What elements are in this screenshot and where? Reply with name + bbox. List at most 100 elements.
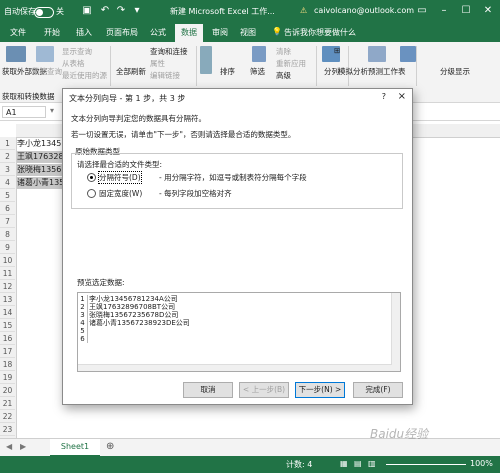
row-header[interactable]: 6 [0,202,15,215]
row-header[interactable]: 3 [0,163,15,176]
document-title: 新建 Microsoft Excel 工作... [170,7,275,16]
get-data-icon [6,46,26,62]
forecast-sheet-button[interactable]: 预测工作表 [368,66,406,77]
tab-file[interactable]: 文件 [10,27,26,38]
delimited-radio[interactable] [87,173,96,182]
row-header[interactable]: 21 [0,397,15,410]
row-header[interactable]: 16 [0,332,15,345]
data-preview[interactable]: 1 李小龙13456781234A公司 2 王飒17632896708BT公司 … [77,292,401,372]
page-layout-view-icon[interactable]: ▤ [354,459,362,468]
new-query-icon [36,46,54,62]
preview-line-number: 3 [78,311,88,319]
undo-icon[interactable]: ↶ [98,4,112,18]
row-header[interactable]: 11 [0,267,15,280]
row-header[interactable]: 18 [0,358,15,371]
fixed-width-label[interactable]: 固定宽度(W) [99,188,142,199]
previous-button[interactable]: < 上一步(B) [239,382,289,398]
row-header[interactable]: 8 [0,228,15,241]
status-bar: 计数: 4 ▦ ▤ ▥ 100% [0,456,500,473]
preview-vertical-scrollbar[interactable] [391,293,400,371]
redo-icon[interactable]: ↷ [114,4,128,18]
next-button[interactable]: 下一步(N) > [295,382,345,398]
row-header[interactable]: 20 [0,384,15,397]
qat-customize-icon[interactable]: ▾ [130,4,144,18]
ribbon-options-icon[interactable]: ▭ [414,2,430,20]
refresh-all-button[interactable]: 全部刷新 [116,66,146,77]
row-header[interactable]: 12 [0,280,15,293]
normal-view-icon[interactable]: ▦ [340,459,348,468]
autosave-label: 自动保存 [4,7,36,16]
clear-button[interactable]: 清除 [276,46,291,57]
name-box[interactable]: A1 [2,106,46,118]
prev-sheet-icon[interactable]: ◀ [6,442,12,451]
minimize-icon[interactable]: – [436,2,452,20]
dialog-help-button[interactable]: ? [382,92,386,101]
from-table-button[interactable]: 从表格 [62,58,85,69]
row-header[interactable]: 23 [0,423,15,436]
filter-button[interactable]: 筛选 [250,66,265,77]
row-header[interactable]: 9 [0,241,15,254]
zoom-slider[interactable] [386,464,466,465]
tell-me-search[interactable]: 告诉我你想要做什么 [284,27,356,38]
dialog-hint: 若一切设置无误，请单击"下一步"，否则请选择最合适的数据类型。 [71,130,296,139]
delimited-label[interactable]: 分隔符号(D) [98,171,142,184]
tab-data[interactable]: 数据 [175,24,203,42]
tab-page-layout[interactable]: 页面布局 [106,27,138,38]
tab-formulas[interactable]: 公式 [150,27,166,38]
tab-review[interactable]: 审阅 [212,27,228,38]
advanced-button[interactable]: 高级 [276,70,291,81]
preview-line-number: 6 [78,335,88,343]
row-header[interactable]: 15 [0,319,15,332]
preview-line: 张晓梅13567235678D公司 [89,311,179,319]
row-header[interactable]: 17 [0,345,15,358]
row-header[interactable]: 10 [0,254,15,267]
cancel-button[interactable]: 取消 [183,382,233,398]
sheet-tab-sheet1[interactable]: Sheet1 [50,439,100,457]
row-header[interactable]: 13 [0,293,15,306]
add-sheet-icon[interactable]: ⊕ [106,441,114,452]
dialog-close-button[interactable]: × [398,91,406,102]
row-header[interactable]: 7 [0,215,15,228]
sort-button[interactable]: 排序 [220,66,235,77]
row-header[interactable]: 22 [0,410,15,423]
outline-button[interactable]: 分级显示 [440,66,470,77]
properties-button[interactable]: 属性 [150,58,165,69]
close-icon[interactable]: ✕ [480,2,496,20]
reapply-button[interactable]: 重新应用 [276,58,306,69]
tab-view[interactable]: 视图 [240,27,256,38]
preview-line-number: 2 [78,303,88,311]
fixed-width-radio[interactable] [87,189,96,198]
row-header[interactable]: 1 [0,137,15,150]
row-header[interactable]: 14 [0,306,15,319]
tab-insert[interactable]: 插入 [76,27,92,38]
page-break-view-icon[interactable]: ▥ [368,459,376,468]
whatif-button[interactable]: 模拟分析 [338,66,368,77]
row-header[interactable]: 4 [0,176,15,189]
data-tools-icon[interactable]: ⊞ [334,46,340,55]
save-icon[interactable]: ▣ [80,4,94,18]
filter-icon [252,46,266,62]
show-queries-button[interactable]: 显示查询 [62,46,92,57]
lightbulb-icon: 💡 [272,27,282,36]
zoom-level[interactable]: 100% [470,459,493,468]
preview-label: 预览选定数据: [77,278,125,287]
recent-sources-button[interactable]: 最近使用的源 [62,70,107,81]
next-sheet-icon[interactable]: ▶ [20,442,26,451]
maximize-icon[interactable]: ☐ [458,2,474,20]
preview-horizontal-scrollbar[interactable] [78,364,392,371]
connections-button[interactable]: 查询和连接 [150,46,188,57]
row-header[interactable]: 19 [0,371,15,384]
edit-links-button[interactable]: 编辑链接 [150,70,180,81]
preview-line-number: 1 [78,295,88,303]
account-email[interactable]: caivolcano@outlook.com [314,6,414,15]
watermark: Baidu经验 [370,427,429,441]
autosave-toggle[interactable] [34,7,54,18]
tab-home[interactable]: 开始 [44,27,60,38]
namebox-dropdown-icon[interactable]: ▾ [50,106,54,115]
row-header[interactable]: 5 [0,189,15,202]
finish-button[interactable]: 完成(F) [353,382,403,398]
preview-line: 李小龙13456781234A公司 [89,295,178,303]
text-to-columns-button[interactable]: 分列 [324,66,339,77]
row-header[interactable]: 2 [0,150,15,163]
new-query-button[interactable]: 新建查询 [32,66,62,77]
